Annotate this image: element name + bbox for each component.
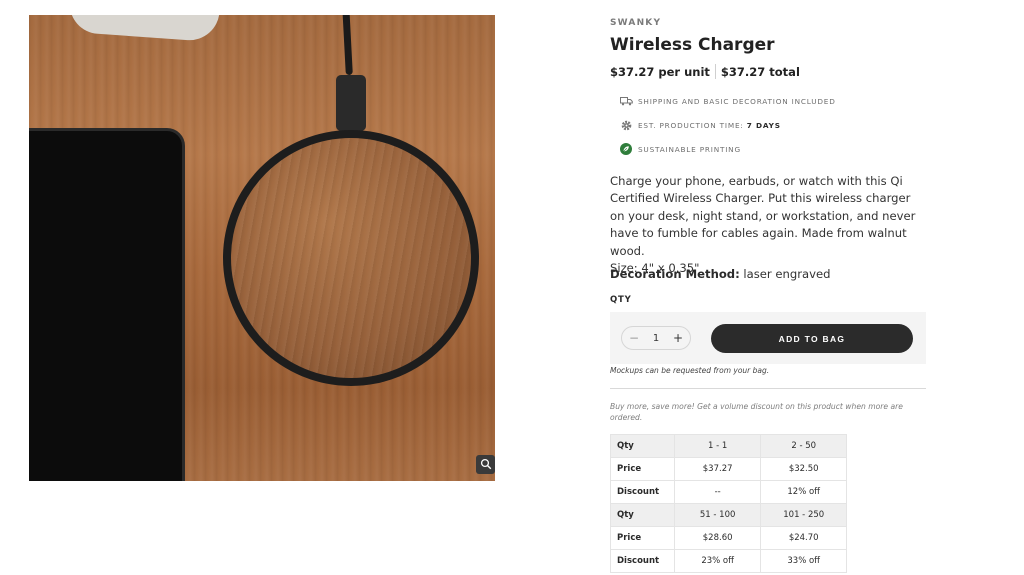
feature-list: SHIPPING AND BASIC DECORATION INCLUDED E… — [619, 89, 836, 161]
table-row-label: Discount — [610, 480, 675, 504]
charger-shape — [223, 130, 479, 386]
leaf-icon — [620, 143, 632, 155]
table-row: Qty 1 - 1 2 - 50 — [610, 434, 847, 458]
production-time-label: EST. PRODUCTION TIME: — [638, 120, 744, 130]
cable-shape — [342, 15, 353, 76]
table-row: Price $28.60 $24.70 — [610, 526, 847, 550]
quantity-stepper[interactable]: − 1 + — [621, 326, 691, 350]
description-text: Charge your phone, earbuds, or watch wit… — [610, 174, 916, 258]
table-cell: 101 - 250 — [760, 503, 847, 527]
table-row-label: Qty — [610, 434, 675, 458]
charger-wood-top — [231, 138, 471, 378]
brand-name[interactable]: SWANKY — [610, 18, 661, 28]
table-row: Price $37.27 $32.50 — [610, 457, 847, 481]
gear-icon — [619, 118, 633, 132]
price-total: $37.27 total — [720, 64, 800, 79]
table-cell: $37.27 — [673, 457, 762, 481]
purchase-box: − 1 + ADD TO BAG — [610, 312, 926, 364]
truck-icon — [619, 94, 633, 108]
table-row: Discount -- 12% off — [610, 480, 847, 504]
magnifier-icon — [480, 455, 492, 474]
table-row: Discount 23% off 33% off — [610, 549, 847, 573]
table-cell: $24.70 — [760, 526, 847, 550]
table-cell: 51 - 100 — [673, 503, 762, 527]
table-row-label: Qty — [610, 503, 675, 527]
feature-production: EST. PRODUCTION TIME: 7 DAYS — [619, 113, 836, 137]
mockups-note: Mockups can be requested from your bag. — [610, 366, 770, 375]
decoration-value: laser engraved — [743, 267, 831, 281]
table-cell: 23% off — [673, 549, 762, 573]
quantity-value[interactable]: 1 — [653, 333, 659, 344]
decoration-label: Decoration Method: — [610, 267, 740, 281]
table-cell: 12% off — [760, 480, 847, 504]
decrease-qty-button[interactable]: − — [629, 331, 639, 345]
production-time-value: 7 DAYS — [746, 120, 781, 130]
feature-shipping-label: SHIPPING AND BASIC DECORATION INCLUDED — [638, 96, 836, 106]
volume-price-table: Qty 1 - 1 2 - 50 Price $37.27 $32.50 Dis… — [610, 434, 847, 573]
price-per-unit: $37.27 per unit — [610, 64, 710, 79]
table-row-label: Price — [610, 526, 675, 550]
increase-qty-button[interactable]: + — [673, 331, 683, 345]
product-title: Wireless Charger — [610, 35, 775, 55]
leaf-icon-wrapper — [619, 142, 633, 156]
volume-discount-note: Buy more, save more! Get a volume discou… — [610, 402, 903, 422]
product-description: Charge your phone, earbuds, or watch wit… — [610, 173, 926, 277]
price-row: $37.27 per unit $37.27 total — [610, 64, 800, 79]
qty-label: QTY — [610, 295, 632, 305]
table-cell: 2 - 50 — [760, 434, 847, 458]
table-cell: 1 - 1 — [673, 434, 762, 458]
price-separator — [714, 64, 716, 79]
table-row: Qty 51 - 100 101 - 250 — [610, 503, 847, 527]
table-row-label: Discount — [610, 549, 675, 573]
table-row-label: Price — [610, 457, 675, 481]
table-cell: 33% off — [760, 549, 847, 573]
table-cell: $28.60 — [673, 526, 762, 550]
zoom-button[interactable] — [476, 455, 495, 474]
decoration-method: Decoration Method: laser engraved — [610, 267, 830, 281]
feature-production-text: EST. PRODUCTION TIME: 7 DAYS — [638, 121, 781, 130]
add-to-bag-button[interactable]: ADD TO BAG — [711, 324, 913, 353]
plug-shape — [336, 75, 366, 131]
feature-sustainable-label: SUSTAINABLE PRINTING — [638, 144, 741, 154]
divider — [610, 388, 926, 389]
cloth-shape — [67, 15, 221, 43]
table-cell: -- — [673, 480, 762, 504]
product-image[interactable] — [29, 15, 495, 481]
table-cell: $32.50 — [760, 457, 847, 481]
feature-shipping: SHIPPING AND BASIC DECORATION INCLUDED — [619, 89, 836, 113]
feature-sustainable: SUSTAINABLE PRINTING — [619, 137, 836, 161]
phone-shape — [29, 128, 185, 481]
